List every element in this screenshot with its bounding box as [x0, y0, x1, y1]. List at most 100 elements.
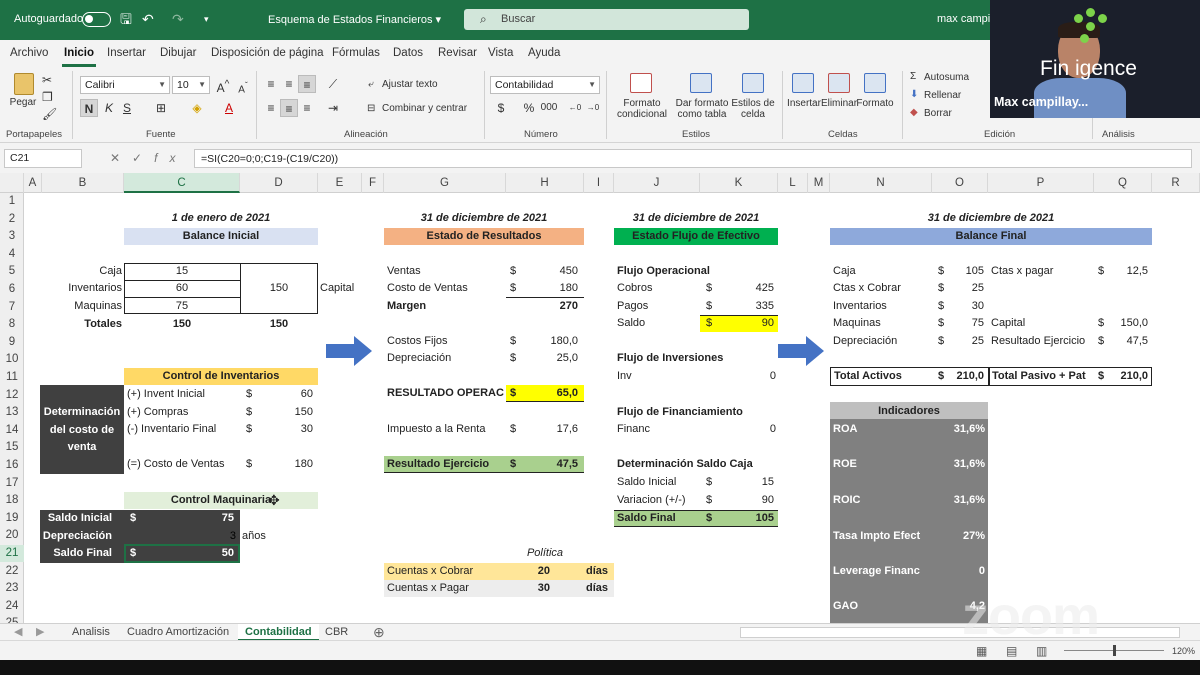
paste-button[interactable]: Pegar [8, 97, 38, 108]
font-name-dropdown[interactable]: Calibri ▼ [80, 76, 170, 94]
cxp-days[interactable]: 30 [506, 580, 550, 597]
customize-qat-icon[interactable]: ▾ [204, 11, 209, 27]
font-color-icon[interactable]: A [220, 99, 238, 117]
col-header[interactable]: D [240, 173, 318, 193]
margen-value[interactable]: 270 [520, 298, 578, 315]
row-header[interactable]: 2 [0, 211, 24, 228]
conditional-format-button[interactable]: Formato condicional [612, 98, 672, 120]
worksheet-grid[interactable]: A B C D E F G H I J K L M N O P Q R 1 2 … [0, 173, 1200, 623]
col-header[interactable]: C [124, 173, 240, 193]
tab-formulas[interactable]: Fórmulas [332, 47, 380, 59]
inv-value[interactable]: 0 [716, 368, 776, 385]
total-pasivos-inicial[interactable]: 150 [240, 316, 318, 333]
col-header[interactable]: O [932, 173, 988, 193]
autosum-button[interactable]: Autosuma [924, 72, 969, 83]
row-header[interactable]: 20 [0, 527, 24, 544]
saldo-final-caja-value[interactable]: 105 [716, 510, 774, 527]
roic-value[interactable]: 31,6% [930, 492, 985, 509]
total-activos-inicial[interactable]: 150 [124, 316, 240, 333]
merge-center-button[interactable]: Combinar y centrar [382, 103, 467, 114]
financ-value[interactable]: 0 [716, 421, 776, 438]
row-header[interactable]: 21 [0, 545, 24, 562]
paste-icon[interactable] [14, 73, 34, 95]
row-header[interactable]: 7 [0, 299, 24, 316]
bf-cxc-value[interactable]: 25 [946, 280, 984, 297]
orientation-icon[interactable]: ⟋ [324, 75, 342, 93]
ventas-value[interactable]: 450 [520, 263, 578, 280]
copy-icon[interactable]: ❐ [42, 91, 53, 103]
roa-value[interactable]: 31,6% [930, 421, 985, 438]
autosave-toggle[interactable] [82, 12, 111, 27]
col-header[interactable]: A [24, 173, 42, 193]
saldo-final-value[interactable]: 50 [150, 545, 234, 562]
sheet-tab-analisis[interactable]: Analisis [72, 624, 110, 641]
invent-inicial-value[interactable]: 60 [260, 386, 313, 403]
save-icon[interactable]: 🖫 [120, 11, 132, 27]
total-activos-value[interactable]: 210,0 [946, 368, 984, 385]
delete-button[interactable]: Eliminar [820, 98, 858, 109]
tasa-impto-value[interactable]: 27% [930, 528, 985, 545]
bf-capital-value[interactable]: 150,0 [1108, 315, 1148, 332]
horizontal-scrollbar[interactable] [740, 627, 1180, 638]
inventarios-value[interactable]: 60 [124, 280, 240, 297]
col-header[interactable]: E [318, 173, 362, 193]
leverage-value[interactable]: 0 [930, 563, 985, 580]
pagos-value[interactable]: 335 [716, 298, 774, 315]
saldo-value[interactable]: 90 [716, 315, 774, 332]
total-pasivo-value[interactable]: 210,0 [1108, 368, 1148, 385]
video-participant-tile[interactable]: Fin igence Max campillay... [990, 0, 1200, 118]
underline-button[interactable]: S [118, 99, 136, 117]
col-header[interactable]: P [988, 173, 1094, 193]
bf-caja-value[interactable]: 105 [946, 263, 984, 280]
cxc-days[interactable]: 20 [506, 563, 550, 580]
align-top-icon[interactable]: ≡ [262, 75, 280, 93]
align-left-icon[interactable]: ≡ [262, 99, 280, 117]
increase-decimal-icon[interactable]: ←0 [566, 99, 584, 117]
row-header[interactable]: 24 [0, 598, 24, 615]
decrease-decimal-icon[interactable]: →0 [584, 99, 602, 117]
bf-cxp-value[interactable]: 12,5 [1108, 263, 1148, 280]
borders-icon[interactable]: ⊞ [152, 99, 170, 117]
row-header[interactable]: 19 [0, 510, 24, 527]
tab-revisar[interactable]: Revisar [438, 47, 477, 59]
row-header[interactable]: 23 [0, 580, 24, 597]
font-size-dropdown[interactable]: 10 ▼ [172, 76, 210, 94]
align-middle-icon[interactable]: ≡ [280, 75, 298, 93]
inventario-final-value[interactable]: 30 [260, 421, 313, 438]
col-header[interactable]: G [384, 173, 506, 193]
format-as-table-button[interactable]: Dar formato como tabla [672, 98, 732, 120]
saldo-inicial-caja-value[interactable]: 15 [716, 474, 774, 491]
bf-resultado-value[interactable]: 47,5 [1108, 333, 1148, 350]
fill-color-icon[interactable]: ◈ [188, 99, 206, 117]
insert-button[interactable]: Insertar [786, 98, 822, 109]
col-header[interactable]: Q [1094, 173, 1152, 193]
row-header[interactable]: 6 [0, 281, 24, 298]
add-sheet-icon[interactable]: ⊕ [373, 624, 385, 641]
compras-value[interactable]: 150 [260, 404, 313, 421]
bf-maquinas-value[interactable]: 75 [946, 315, 984, 332]
increase-font-icon[interactable]: A^ [214, 76, 232, 95]
tab-vista[interactable]: Vista [488, 47, 513, 59]
row-header[interactable]: 17 [0, 475, 24, 492]
search-box[interactable]: ⌕ Buscar [464, 9, 749, 30]
row-header[interactable]: 4 [0, 246, 24, 263]
align-right-icon[interactable]: ≡ [298, 99, 316, 117]
next-sheet-icon[interactable]: ▶ [36, 624, 44, 641]
col-header[interactable]: B [42, 173, 124, 193]
formula-input[interactable]: =SI(C20=0;0;C19-(C19/C20)) [194, 149, 1192, 168]
tab-insertar[interactable]: Insertar [107, 47, 146, 59]
row-header[interactable]: 18 [0, 492, 24, 509]
bold-button[interactable]: N [80, 99, 98, 117]
cut-icon[interactable]: ✂ [42, 74, 52, 86]
sheet-tab-cuadro-amortizacion[interactable]: Cuadro Amortización [127, 624, 229, 641]
impuesto-value[interactable]: 17,6 [520, 421, 578, 438]
row-header[interactable]: 25 [0, 615, 24, 623]
row-header[interactable]: 5 [0, 263, 24, 280]
col-header[interactable]: J [614, 173, 700, 193]
thousands-icon[interactable]: 000 [540, 99, 558, 117]
cell-styles-button[interactable]: Estilos de celda [730, 98, 776, 120]
select-all-corner[interactable] [0, 173, 24, 193]
italic-button[interactable]: K [100, 99, 118, 117]
row-header[interactable]: 8 [0, 316, 24, 333]
tab-archivo[interactable]: Archivo [10, 47, 48, 59]
